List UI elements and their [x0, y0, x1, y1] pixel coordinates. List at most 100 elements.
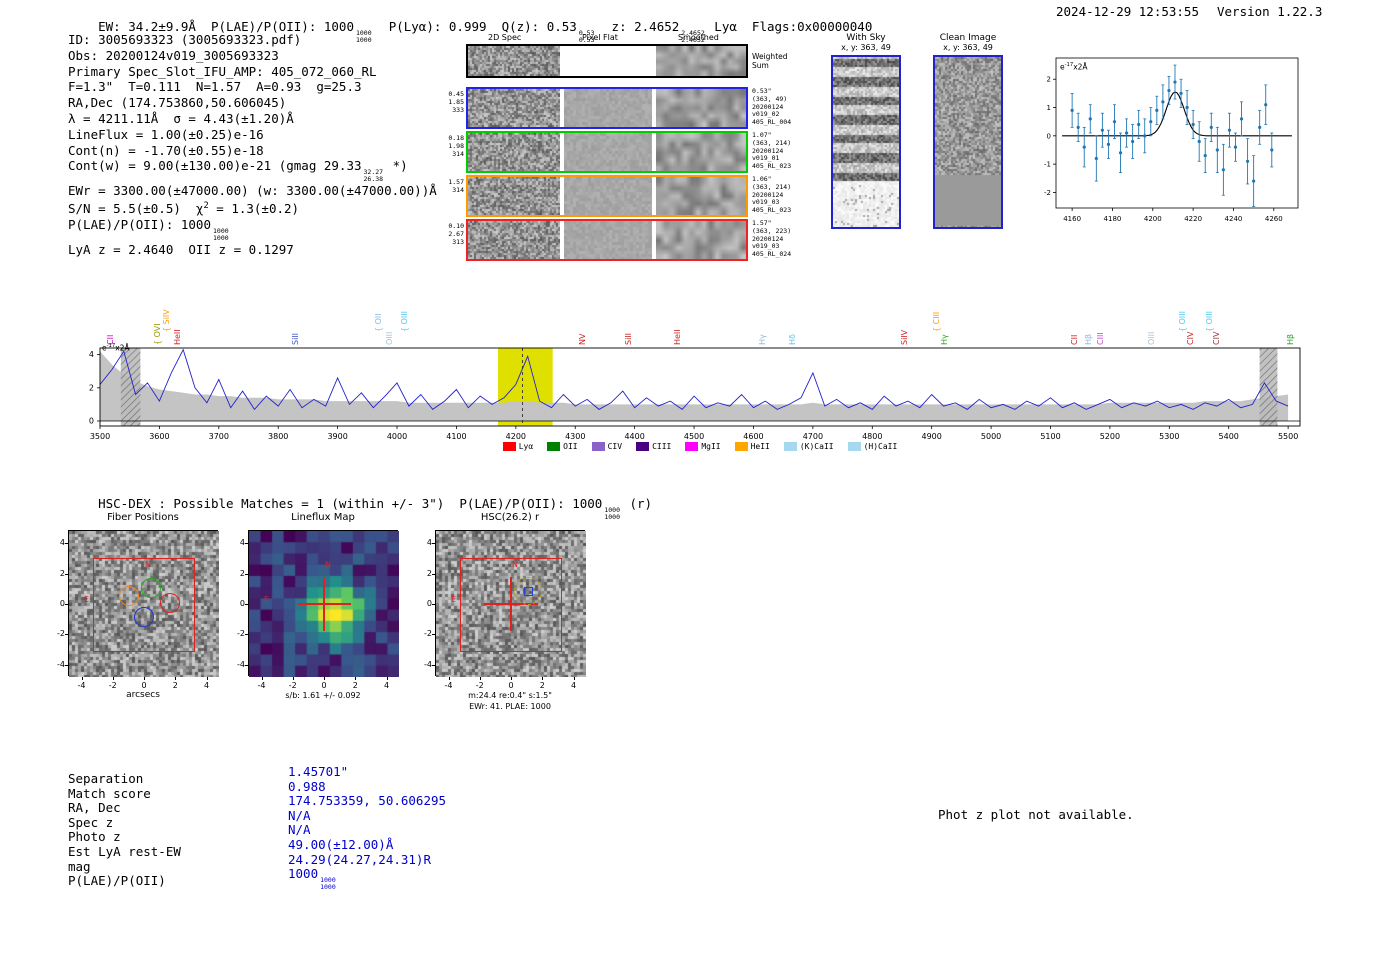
y-axis-tick — [245, 634, 248, 636]
x-axis-tick — [511, 677, 512, 680]
y-axis-tick-label: -4 — [57, 659, 65, 669]
crosshair-vertical — [510, 577, 512, 631]
line-label-ciii: { CIII — [932, 311, 942, 332]
match-row-value-5: 49.00(±12.00)Å — [288, 836, 394, 852]
legend-swatch — [847, 442, 861, 451]
pixelflat-image-row1 — [564, 89, 652, 127]
legend-item-heii: HeII — [734, 442, 770, 451]
x-axis-tick — [206, 677, 208, 680]
fiber-circle-1 — [119, 586, 139, 606]
svg-text:4260: 4260 — [1265, 215, 1283, 223]
x-axis-tick-label: -2 — [475, 681, 484, 690]
spec2d-row-4-right-labels: 1.57" (363, 223) 20200124 v019_03 405_RL_024 — [752, 219, 800, 259]
svg-text:5300: 5300 — [1159, 432, 1179, 441]
clean-image — [933, 55, 1003, 229]
y-axis-tick-label: -2 — [424, 629, 432, 639]
report-meta: 2024-12-29 12:53:55 Version 1.22.3 — [1056, 4, 1322, 19]
svg-text:4100: 4100 — [446, 432, 466, 441]
spec2d-left-label: 0.18 — [448, 134, 464, 142]
pixelflat-image-row4 — [564, 221, 652, 259]
photz-note: Phot z plot not available. — [938, 807, 1134, 822]
smoothed-image-row0 — [656, 46, 746, 76]
spec2d-image-row0 — [468, 46, 560, 76]
legend-swatch — [502, 442, 516, 451]
fiber-circle-4 — [160, 593, 180, 613]
spec2d-left-label: 0.45 — [448, 90, 464, 98]
x-axis-tick-label: 0 — [321, 681, 327, 690]
line-label-oiii: { OIII — [400, 310, 409, 332]
full-spectrum-svg: 3500 3600 3700 3800 3900 4000 4100 4200 4300 4400… — [89, 347, 1301, 441]
x-axis-tick — [355, 677, 357, 680]
svg-text:4400: 4400 — [624, 432, 644, 441]
info-line-10: S/N = 5.5(±0.5) χ2 = 1.3(±0.2) — [68, 200, 300, 217]
x-axis-tick — [448, 677, 450, 680]
spectrum-axes: 3500 3600 3700 3800 3900 4000 4100 4200 4300 4400… — [89, 347, 1301, 441]
svg-text:4300: 4300 — [565, 432, 585, 441]
hsc-r-panel: HSC(26.2) r N E -4 -4 -2 -2 0 0 2 2 4 4 m:24.4 re… — [424, 508, 586, 712]
y-axis-tick — [65, 543, 68, 545]
spec2d-right-label: 405_RL_023 — [752, 206, 792, 215]
x-axis-tick — [144, 677, 145, 680]
x-axis-tick-label: 2 — [172, 681, 178, 690]
spec2d-left-label: 0.10 — [448, 222, 464, 230]
full-spectrum-plot: CII{ OVI{ SiIV HeII SiII{ OII OIII{ OIII NV S… — [55, 270, 1345, 465]
x-axis-tick — [324, 677, 325, 680]
spec2d-row-3-left-labels: 1.57 314 — [440, 178, 464, 194]
clean-image-title: Clean Image — [939, 33, 997, 43]
svg-text:2: 2 — [89, 383, 94, 392]
spec2d-col-header-2dspec: 2D Spec — [488, 33, 522, 42]
spec2d-left-label: 2.67 — [448, 230, 464, 238]
legend-item-civ: CIV — [591, 442, 622, 451]
hsc-r-title: HSC(26.2) r — [480, 512, 540, 523]
y-axis-tick-label: 0 — [59, 599, 65, 608]
svg-text:4240: 4240 — [1225, 215, 1243, 223]
svg-text:4600: 4600 — [743, 432, 763, 441]
svg-text:3800: 3800 — [268, 432, 288, 441]
fiber-positions-xlabel: arcsecs — [126, 690, 160, 700]
legend-label: (H)CaII — [863, 442, 898, 451]
line-fit-plot: 4160 4180 4200 4220 4240 4260 -2 -1 0 1 2 e-17x2Å — [1040, 48, 1306, 232]
stacked-fraction: 1000 1000 — [604, 506, 620, 521]
legend-label: Lyα — [518, 442, 534, 451]
match-row-value-6: 24.29(24.27,24.31)R — [288, 851, 431, 867]
fiber-positions-image-frame: N E -4 -4 -2 -2 0 0 2 2 4 4 — [57, 530, 219, 690]
match-row-label-7: P(LAE)/P(OII) — [68, 873, 166, 889]
legend-label: CIII — [652, 442, 672, 451]
svg-text:5100: 5100 — [1040, 432, 1060, 441]
spec2d-left-label: 1.57 — [448, 178, 464, 186]
x-axis-tick-label: -4 — [77, 681, 86, 690]
svg-text:-2: -2 — [1044, 189, 1051, 197]
info-line-3: F=1.3" T=0.111 N=1.57 A=0.93 g=25.3 — [68, 79, 362, 95]
y-axis-tick — [432, 543, 435, 545]
spec2d-row-1-right-labels: 0.53" (363, 49) 20200124 v019_02 405_RL_004 — [752, 87, 800, 127]
legend-swatch — [636, 442, 650, 451]
x-axis-tick — [81, 677, 83, 680]
y-axis-tick — [245, 604, 248, 605]
lineflux-map-caption: s/b: 1.61 +/- 0.092 — [285, 691, 361, 700]
spec2d-row-3-right-labels: 1.06" (363, 214) 20200124 v019_03 405_RL_023 — [752, 175, 800, 215]
svg-text:4700: 4700 — [803, 432, 823, 441]
svg-text:-1: -1 — [1044, 161, 1051, 169]
spec2d-image-row3 — [468, 177, 560, 215]
spec2d-image-row2 — [468, 133, 560, 171]
x-axis-tick — [112, 677, 114, 680]
spec2d-left-label: 313 — [452, 238, 464, 246]
line-label-oiii: { OIII — [1205, 310, 1215, 332]
match-table-values: 1.45701" 0.988 174.753359, 50.606295 N/A N/A… — [288, 764, 446, 891]
info-line-9: EWr = 3300.00(±47000.00) (w: 3300.00(±47… — [68, 183, 437, 199]
compass-north-label: N — [325, 560, 331, 569]
spec2d-left-label: 314 — [452, 150, 464, 158]
legend-swatch — [547, 442, 561, 451]
spectrum-legend: Lyα OII CIV CIII MgII HeII (K)CaII (H)CaII — [320, 442, 1080, 451]
svg-text:4000: 4000 — [387, 432, 407, 441]
smoothed-image-row4 — [656, 221, 746, 259]
info-line-7: Cont(n) = -1.70(±0.55)e-18 — [68, 142, 264, 158]
y-axis-tick — [65, 573, 68, 575]
weighted-sum-label: Weighted Sum — [752, 52, 788, 70]
match-row-value-7: 1000 1000 1000 — [288, 866, 336, 891]
match-row-label-0: Separation — [68, 771, 144, 786]
compass-east-label: E — [451, 595, 457, 604]
svg-text:3700: 3700 — [209, 432, 229, 441]
y-axis-tick-label: 2 — [239, 568, 245, 578]
x-axis-tick — [542, 677, 544, 680]
